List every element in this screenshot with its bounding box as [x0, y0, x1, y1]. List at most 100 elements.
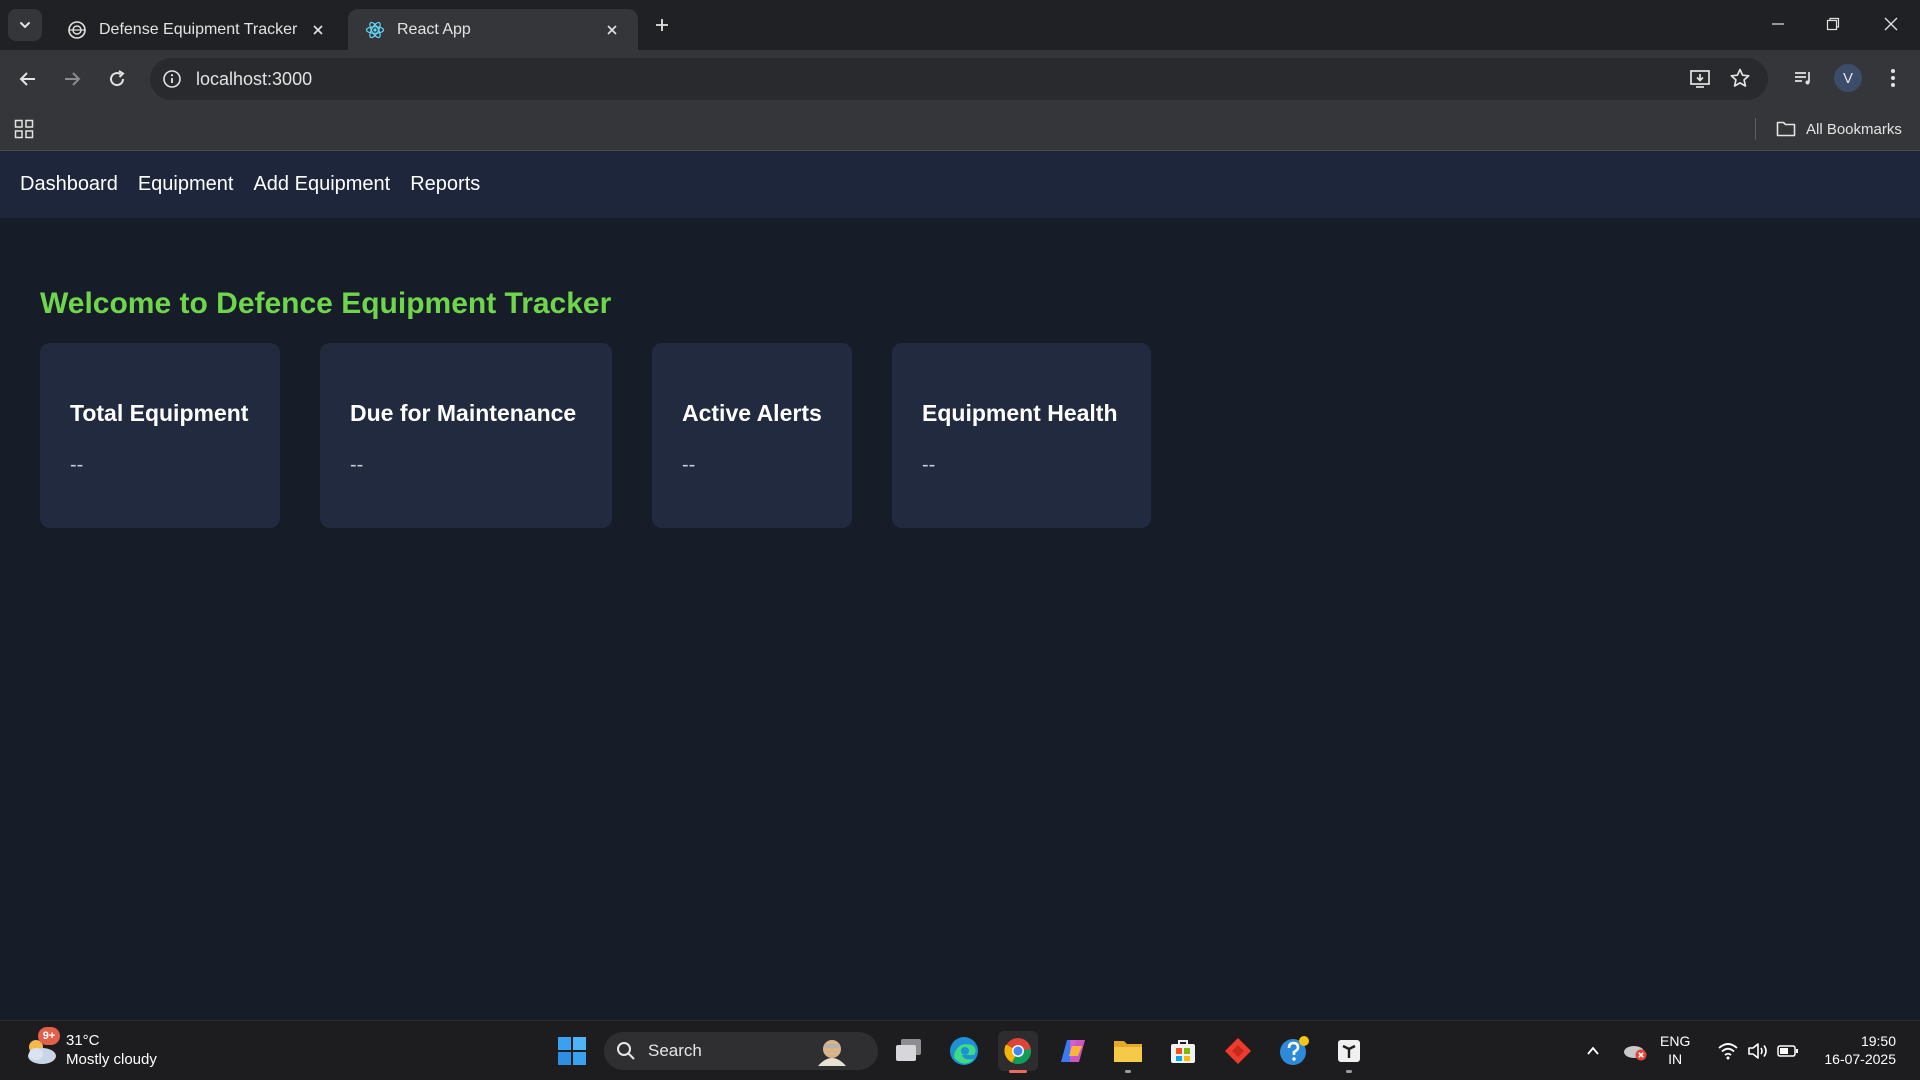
- clock-time: 19:50: [1860, 1033, 1896, 1049]
- media-queue-icon: [1795, 72, 1810, 85]
- speaker-icon: [1748, 1043, 1767, 1059]
- reload-button[interactable]: [102, 64, 132, 94]
- reading-list-button[interactable]: [1788, 63, 1818, 93]
- weather-condition: Mostly cloudy: [66, 1051, 157, 1068]
- cloud-error-icon: [1624, 1046, 1647, 1061]
- forward-button[interactable]: [57, 64, 87, 94]
- tab-close-button[interactable]: [602, 20, 622, 40]
- new-tab-button[interactable]: [648, 11, 676, 39]
- windows-taskbar: 9+ 31°C Mostly cloudy Search ENG IN 19:5…: [0, 1020, 1920, 1080]
- help-icon: [1280, 1036, 1309, 1065]
- star-icon: [1730, 68, 1750, 87]
- all-bookmarks-label: All Bookmarks: [1806, 120, 1902, 138]
- tab-react-app[interactable]: React App: [348, 9, 638, 50]
- card-value: --: [682, 454, 696, 476]
- chrome-icon: [1004, 1038, 1032, 1064]
- anydesk-app[interactable]: [1218, 1031, 1258, 1071]
- copilot-app[interactable]: [1053, 1031, 1093, 1071]
- task-view-button[interactable]: [889, 1031, 929, 1071]
- nav-add-equipment[interactable]: Add Equipment: [253, 173, 390, 196]
- get-help-app[interactable]: [1274, 1031, 1314, 1071]
- copilot-icon: [1061, 1040, 1085, 1062]
- card-due-for-maintenance: Due for Maintenance --: [320, 343, 612, 528]
- onedrive-status[interactable]: [1620, 1031, 1650, 1071]
- profile-avatar[interactable]: V: [1834, 64, 1862, 92]
- folder-icon: [1114, 1041, 1142, 1062]
- running-indicator: [1009, 1070, 1027, 1073]
- lang-code: ENG: [1660, 1033, 1691, 1049]
- tab-close-button[interactable]: [308, 20, 328, 40]
- card-equipment-health: Equipment Health --: [892, 343, 1151, 528]
- folder-icon: [1776, 121, 1796, 137]
- browser-toolbar: localhost:3000 V: [0, 50, 1920, 108]
- tab-defense-equipment-tracker[interactable]: Defense Equipment Tracker: [50, 9, 344, 50]
- react-logo-icon: [365, 21, 385, 38]
- store-icon: [1171, 1040, 1195, 1063]
- nav-dashboard[interactable]: Dashboard: [20, 173, 118, 196]
- nav-reports[interactable]: Reports: [410, 173, 480, 196]
- app-navbar: Dashboard Equipment Add Equipment Report…: [0, 151, 1920, 218]
- lang-region: IN: [1668, 1051, 1683, 1067]
- chevron-up-icon: [1587, 1046, 1599, 1055]
- minimize-button[interactable]: [1758, 8, 1798, 40]
- stat-cards: Total Equipment -- Due for Maintenance -…: [40, 343, 1191, 528]
- info-icon[interactable]: [162, 69, 182, 89]
- card-active-alerts: Active Alerts --: [652, 343, 852, 528]
- taskbar-search[interactable]: Search: [604, 1032, 878, 1070]
- running-indicator: [1125, 1070, 1131, 1073]
- restore-icon: [1826, 17, 1840, 31]
- apps-grid-icon: [14, 119, 34, 139]
- input-language[interactable]: ENG IN: [1660, 1032, 1690, 1068]
- start-button[interactable]: [552, 1031, 592, 1071]
- file-explorer-app[interactable]: [1108, 1031, 1148, 1073]
- all-bookmarks-button[interactable]: All Bookmarks: [1776, 117, 1902, 141]
- chrome-app[interactable]: [998, 1031, 1038, 1073]
- battery-status[interactable]: [1774, 1031, 1802, 1071]
- edge-app[interactable]: [944, 1031, 984, 1071]
- volume-control[interactable]: [1744, 1031, 1772, 1071]
- card-title: Equipment Health: [922, 400, 1118, 426]
- windows-logo-icon: [558, 1037, 586, 1065]
- show-hidden-icons-button[interactable]: [1580, 1031, 1606, 1071]
- nav-equipment[interactable]: Equipment: [138, 173, 234, 196]
- close-window-button[interactable]: [1871, 8, 1911, 40]
- card-value: --: [350, 454, 364, 476]
- browser-menu-button[interactable]: [1878, 63, 1908, 93]
- restore-button[interactable]: [1813, 8, 1853, 40]
- kebab-menu-icon: [1891, 69, 1895, 87]
- minimize-icon: [1772, 23, 1784, 25]
- url-text[interactable]: localhost:3000: [196, 69, 312, 90]
- card-title: Due for Maintenance: [350, 400, 577, 426]
- microsoft-store-app[interactable]: [1163, 1031, 1203, 1071]
- reload-icon: [110, 70, 125, 87]
- network-status[interactable]: [1714, 1031, 1742, 1071]
- close-icon: [1884, 17, 1898, 31]
- back-button[interactable]: [13, 64, 43, 94]
- search-icon: [617, 1042, 635, 1060]
- arrow-left-icon: [19, 72, 35, 86]
- address-bar[interactable]: localhost:3000: [150, 58, 1768, 100]
- close-icon: [313, 24, 323, 35]
- browser-tab-strip: Defense Equipment Tracker React App: [0, 0, 1920, 50]
- terminal-cube-icon: [1338, 1040, 1360, 1062]
- app-viewport: Dashboard Equipment Add Equipment Report…: [0, 151, 1920, 1020]
- weather-badge: 9+: [38, 1027, 60, 1045]
- globe-icon: [68, 20, 86, 39]
- weather-widget[interactable]: 9+ 31°C Mostly cloudy: [22, 1027, 157, 1069]
- bookmark-star-button[interactable]: [1725, 63, 1755, 93]
- weather-temp: 31°C: [66, 1032, 100, 1049]
- card-value: --: [922, 454, 936, 476]
- card-total-equipment: Total Equipment --: [40, 343, 280, 528]
- plus-icon: [656, 19, 668, 31]
- arrow-right-icon: [65, 72, 81, 86]
- system-clock[interactable]: 19:50 16-07-2025: [1812, 1032, 1896, 1068]
- install-app-button[interactable]: [1685, 63, 1715, 93]
- task-view-icon: [896, 1039, 921, 1061]
- terminal-app[interactable]: [1329, 1031, 1369, 1073]
- bookmarks-bar: All Bookmarks: [0, 108, 1920, 151]
- apps-button[interactable]: [12, 117, 36, 141]
- tab-search-button[interactable]: [8, 9, 42, 41]
- battery-icon: [1777, 1045, 1798, 1057]
- close-icon: [607, 24, 617, 35]
- bookmarks-separator: [1755, 118, 1756, 140]
